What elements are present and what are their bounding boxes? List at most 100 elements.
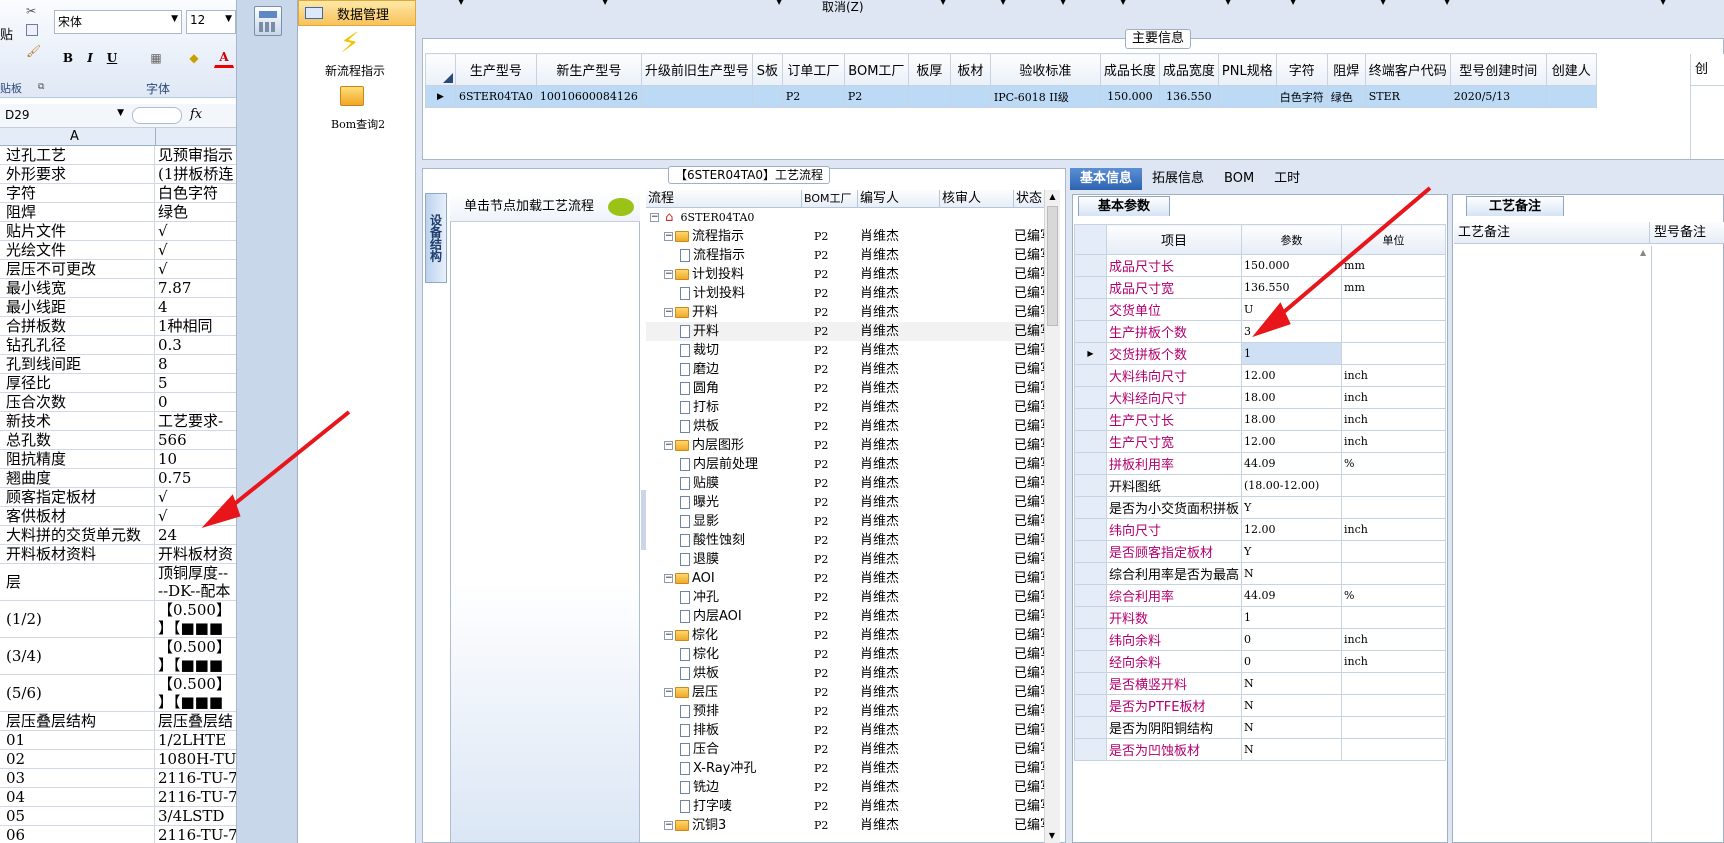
fill-color-icon[interactable]: ◆	[184, 48, 204, 68]
tree-node[interactable]: − AOI	[646, 569, 802, 588]
nav-tab-data-management[interactable]: 数据管理	[298, 0, 416, 26]
tree-node[interactable]: − 计划投料	[646, 265, 802, 284]
tree-node[interactable]: 烘板	[646, 664, 802, 683]
cell-b[interactable]: 白色字符	[155, 184, 236, 202]
sheet-row[interactable]: 开料板材资料 开料板材资	[0, 545, 236, 564]
cell-b[interactable]: 1种相同	[155, 317, 236, 335]
tree-node[interactable]: 排板	[646, 721, 802, 740]
basic-col-val[interactable]: 参数	[1241, 224, 1343, 255]
main-info-col-3[interactable]: S板	[751, 53, 783, 86]
lightning-icon[interactable]: ⚡	[340, 28, 360, 58]
param-value[interactable]: N	[1241, 738, 1343, 761]
scroll-down-icon[interactable]: ▼	[1045, 829, 1059, 843]
main-info-cell-14[interactable]: STER	[1364, 85, 1451, 108]
tree-row[interactable]: 显影 P2 肖维杰 已编写	[646, 512, 1054, 531]
sheet-row[interactable]: (5/6) 【0.500】 】【■■■	[0, 675, 236, 712]
cell-a[interactable]: 孔到线间距	[0, 355, 155, 373]
main-info-col-16[interactable]: 创建人	[1545, 53, 1597, 86]
tree-node[interactable]: − 棕化	[646, 626, 802, 645]
main-info-cell-16[interactable]	[1545, 85, 1597, 108]
param-value[interactable]: 18.00	[1241, 408, 1343, 431]
nav-item-new-flow[interactable]: 新流程指示	[325, 62, 385, 79]
tree-row[interactable]: 棕化 P2 肖维杰 已编写	[646, 645, 1054, 664]
folder-icon[interactable]	[340, 86, 364, 106]
cell-b[interactable]: 5	[155, 374, 236, 392]
remark-column-process[interactable]: 工艺备注	[1454, 222, 1650, 243]
param-value[interactable]: 44.09	[1241, 452, 1343, 475]
collapse-icon[interactable]: −	[664, 821, 673, 830]
table-row[interactable]: ▶ 交货拼板个数 1	[1074, 342, 1447, 365]
tree-node[interactable]: 计划投料	[646, 284, 802, 303]
tree-row[interactable]: − 计划投料 P2 肖维杰 已编写	[646, 265, 1054, 284]
tree-scrollbar[interactable]: ▲ ▼	[1044, 190, 1060, 843]
tree-node[interactable]: 磨边	[646, 360, 802, 379]
tab-basic-params[interactable]: 基本参数	[1078, 196, 1170, 216]
cell-b[interactable]: √	[155, 507, 236, 525]
tree-row[interactable]: − 内层图形 P2 肖维杰 已编写	[646, 436, 1054, 455]
tree-node[interactable]: 打字唛	[646, 797, 802, 816]
param-value[interactable]: N	[1241, 562, 1343, 585]
font-name-select[interactable]: 宋体 ▼	[54, 10, 182, 34]
chevron-down-icon[interactable]: ▼	[458, 0, 464, 6]
main-info-cell-3[interactable]	[751, 85, 783, 108]
tree-node[interactable]: 圆角	[646, 379, 802, 398]
tree-row[interactable]: 烘板 P2 肖维杰 已编写	[646, 417, 1054, 436]
clipboard-launcher-icon[interactable]: ⧉	[38, 82, 44, 92]
tab-process-remark[interactable]: 工艺备注	[1466, 196, 1564, 216]
param-value[interactable]: N	[1241, 672, 1343, 695]
cell-b[interactable]: 7.87	[155, 279, 236, 297]
tree-node[interactable]: 棕化	[646, 645, 802, 664]
cell-b[interactable]: √	[155, 488, 236, 506]
scroll-up-icon[interactable]: ▲	[1640, 248, 1646, 257]
main-info-cell-10[interactable]: 136.550	[1158, 85, 1219, 108]
tree-row[interactable]: 退膜 P2 肖维杰 已编写	[646, 550, 1054, 569]
right-tab-2[interactable]: BOM	[1214, 168, 1264, 190]
param-value[interactable]: Y	[1241, 496, 1343, 519]
table-row[interactable]: 开料图纸 (18.00-12.00)	[1074, 474, 1447, 497]
chevron-down-icon[interactable]: ▼	[776, 0, 782, 6]
sheet-row[interactable]: 最小线宽 7.87	[0, 279, 236, 298]
tree-row[interactable]: 开料 P2 肖维杰 已编写	[646, 322, 1054, 341]
cell-a[interactable]: 钻孔孔径	[0, 336, 155, 354]
collapse-icon[interactable]: −	[664, 574, 673, 583]
main-info-col-14[interactable]: 终端客户代码	[1364, 53, 1451, 86]
sheet-row[interactable]: 层压叠层结构 层压叠层结	[0, 712, 236, 731]
tree-col-0[interactable]: 流程	[646, 190, 802, 207]
tree-row[interactable]: 内层前处理 P2 肖维杰 已编写	[646, 455, 1054, 474]
table-row[interactable]: 是否为阴阳铜结构 N	[1074, 716, 1447, 739]
tree-node[interactable]: 压合	[646, 740, 802, 759]
cell-b[interactable]: 10	[155, 450, 236, 468]
tree-row[interactable]: 磨边 P2 肖维杰 已编写	[646, 360, 1054, 379]
collapse-icon[interactable]: −	[664, 308, 673, 317]
tree-node[interactable]: 酸性蚀刻	[646, 531, 802, 550]
chevron-down-icon[interactable]: ▼	[1660, 0, 1666, 6]
sheet-row[interactable]: 阻焊 绿色	[0, 203, 236, 222]
tree-row[interactable]: − 开料 P2 肖维杰 已编写	[646, 303, 1054, 322]
main-info-col-2[interactable]: 升级前旧生产型号	[640, 53, 753, 86]
sheet-row[interactable]: 过孔工艺 见预审指示	[0, 146, 236, 165]
chevron-down-icon[interactable]: ▼	[1444, 0, 1450, 6]
tree-row[interactable]: 排板 P2 肖维杰 已编写	[646, 721, 1054, 740]
cell-b[interactable]: 见预审指示	[155, 146, 236, 164]
sheet-row[interactable]: 01 1/2LHTE	[0, 731, 236, 750]
tree-node[interactable]: 裁切	[646, 341, 802, 360]
calculator-icon[interactable]	[254, 6, 282, 36]
cut-icon[interactable]: ✂	[26, 4, 36, 18]
tree-row[interactable]: 圆角 P2 肖维杰 已编写	[646, 379, 1054, 398]
main-info-cell-11[interactable]	[1217, 85, 1277, 108]
right-tab-1[interactable]: 拓展信息	[1142, 168, 1214, 190]
cell-b[interactable]: 0.75	[155, 469, 236, 487]
param-value[interactable]: Y	[1241, 540, 1343, 563]
tree-node[interactable]: 预排	[646, 702, 802, 721]
main-info-col-11[interactable]: PNL规格	[1217, 53, 1277, 86]
table-row[interactable]: 综合利用率是否为最高 N	[1074, 562, 1447, 585]
cell-a[interactable]: 06	[0, 826, 155, 843]
sheet-row[interactable]: 阻抗精度 10	[0, 450, 236, 469]
copy-icon[interactable]	[26, 24, 38, 36]
cell-a[interactable]: 顾客指定板材	[0, 488, 155, 506]
cell-b[interactable]: 3/4LSTD	[155, 807, 236, 825]
param-value[interactable]: 136.550	[1241, 276, 1343, 299]
cell-b[interactable]: 绿色	[155, 203, 236, 221]
param-value[interactable]: 1	[1241, 342, 1343, 365]
collapse-icon[interactable]: −	[664, 631, 673, 640]
